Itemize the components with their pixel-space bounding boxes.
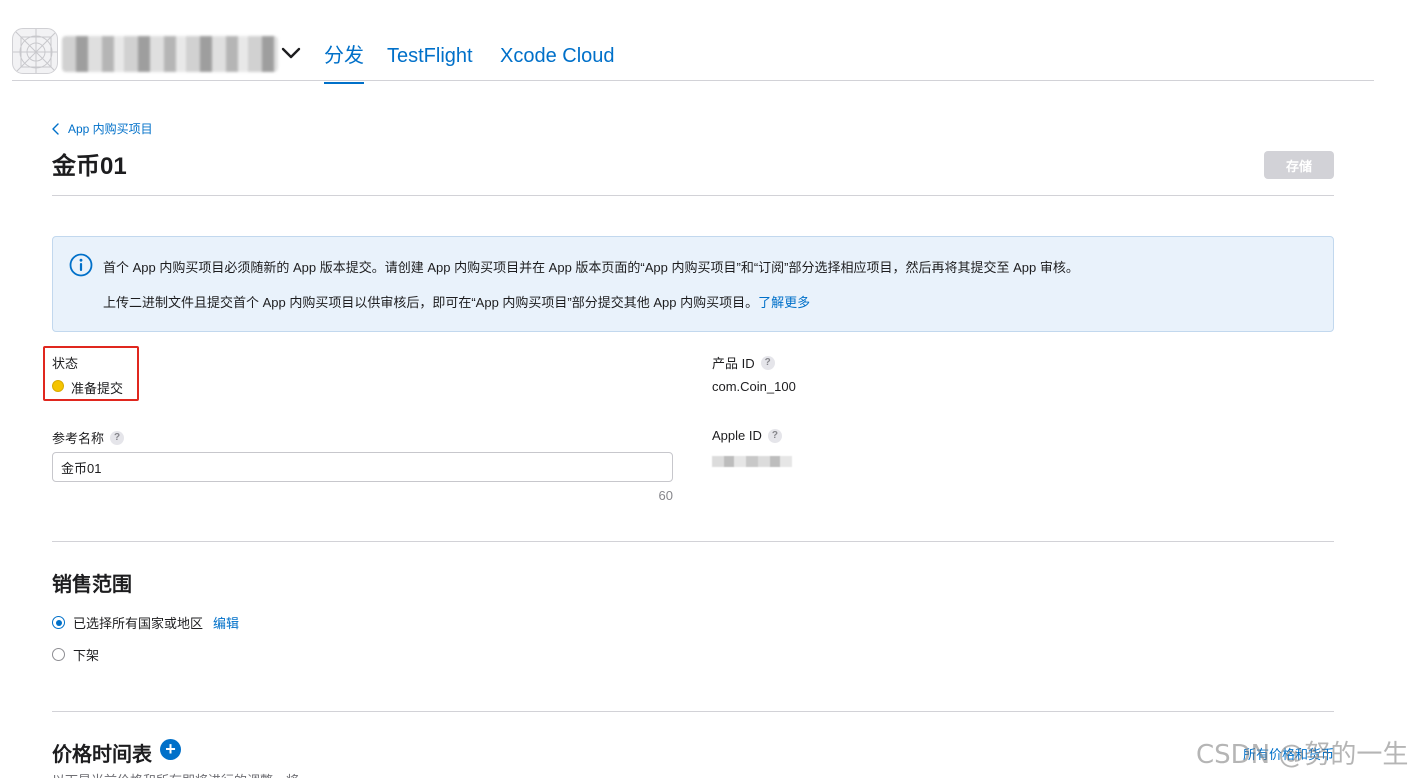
status-highlight-box xyxy=(43,346,139,401)
save-button[interactable]: 存储 xyxy=(1264,151,1334,179)
title-divider xyxy=(52,195,1334,196)
chevron-left-icon xyxy=(52,122,59,135)
help-icon[interactable]: ? xyxy=(760,355,775,370)
price-schedule-description: 以下是当前价格和所有即将进行的调整，将 xyxy=(52,770,299,778)
availability-option-label: 已选择所有国家或地区 xyxy=(73,616,204,631)
tab-testflight[interactable]: TestFlight xyxy=(387,42,473,70)
apple-id-label-text: Apple ID xyxy=(712,428,762,443)
app-icon[interactable] xyxy=(12,28,58,74)
page-title: 金币01 xyxy=(52,153,127,180)
reference-name-label: 参考名称 ? xyxy=(52,428,125,447)
radio-button-unchecked[interactable] xyxy=(52,648,65,661)
help-icon[interactable]: ? xyxy=(110,430,125,445)
info-icon xyxy=(69,253,93,277)
radio-button-checked[interactable] xyxy=(52,616,65,629)
apple-id-value-redacted xyxy=(712,456,792,467)
top-nav-bar: 分发 TestFlight Xcode Cloud xyxy=(12,0,1374,84)
info-text-secondary: 上传二进制文件且提交首个 App 内购买项目以供审核后，即可在“App 内购买项… xyxy=(103,292,810,311)
availability-option-label: 下架 xyxy=(73,648,100,663)
availability-option-all[interactable]: 已选择所有国家或地区 编辑 xyxy=(52,613,239,632)
product-id-value: com.Coin_100 xyxy=(712,379,796,394)
availability-option-remove[interactable]: 下架 xyxy=(52,645,99,664)
chevron-down-icon[interactable] xyxy=(280,42,302,64)
app-name-redacted[interactable] xyxy=(62,36,278,72)
breadcrumb-back-link[interactable]: App 内购买项目 xyxy=(52,120,153,137)
learn-more-link[interactable]: 了解更多 xyxy=(758,295,810,310)
help-icon[interactable]: ? xyxy=(767,428,782,443)
reference-name-input[interactable] xyxy=(52,452,673,482)
info-text-primary: 首个 App 内购买项目必须随新的 App 版本提交。请创建 App 内购买项目… xyxy=(103,260,1079,275)
price-schedule-title: 价格时间表 xyxy=(52,744,152,766)
product-id-label-text: 产品 ID xyxy=(712,356,755,371)
apple-id-label: Apple ID ? xyxy=(712,428,782,443)
reference-name-label-text: 参考名称 xyxy=(52,431,105,446)
info-text-secondary-body: 上传二进制文件且提交首个 App 内购买项目以供审核后，即可在“App 内购买项… xyxy=(103,295,759,310)
product-id-label: 产品 ID ? xyxy=(712,353,775,372)
add-price-button[interactable]: + xyxy=(160,739,181,760)
tab-distribution[interactable]: 分发 xyxy=(324,42,364,84)
section-divider xyxy=(52,711,1334,712)
app-icon-grid xyxy=(13,29,57,73)
section-divider xyxy=(52,541,1334,542)
character-limit: 60 xyxy=(658,488,673,503)
breadcrumb-label: App 内购买项目 xyxy=(68,122,153,136)
tab-xcode-cloud[interactable]: Xcode Cloud xyxy=(500,42,615,70)
availability-section-title: 销售范围 xyxy=(52,574,132,596)
watermark: CSDN @努的一生 xyxy=(1196,740,1409,770)
info-banner: 首个 App 内购买项目必须随新的 App 版本提交。请创建 App 内购买项目… xyxy=(52,236,1334,332)
edit-availability-link[interactable]: 编辑 xyxy=(213,613,239,632)
